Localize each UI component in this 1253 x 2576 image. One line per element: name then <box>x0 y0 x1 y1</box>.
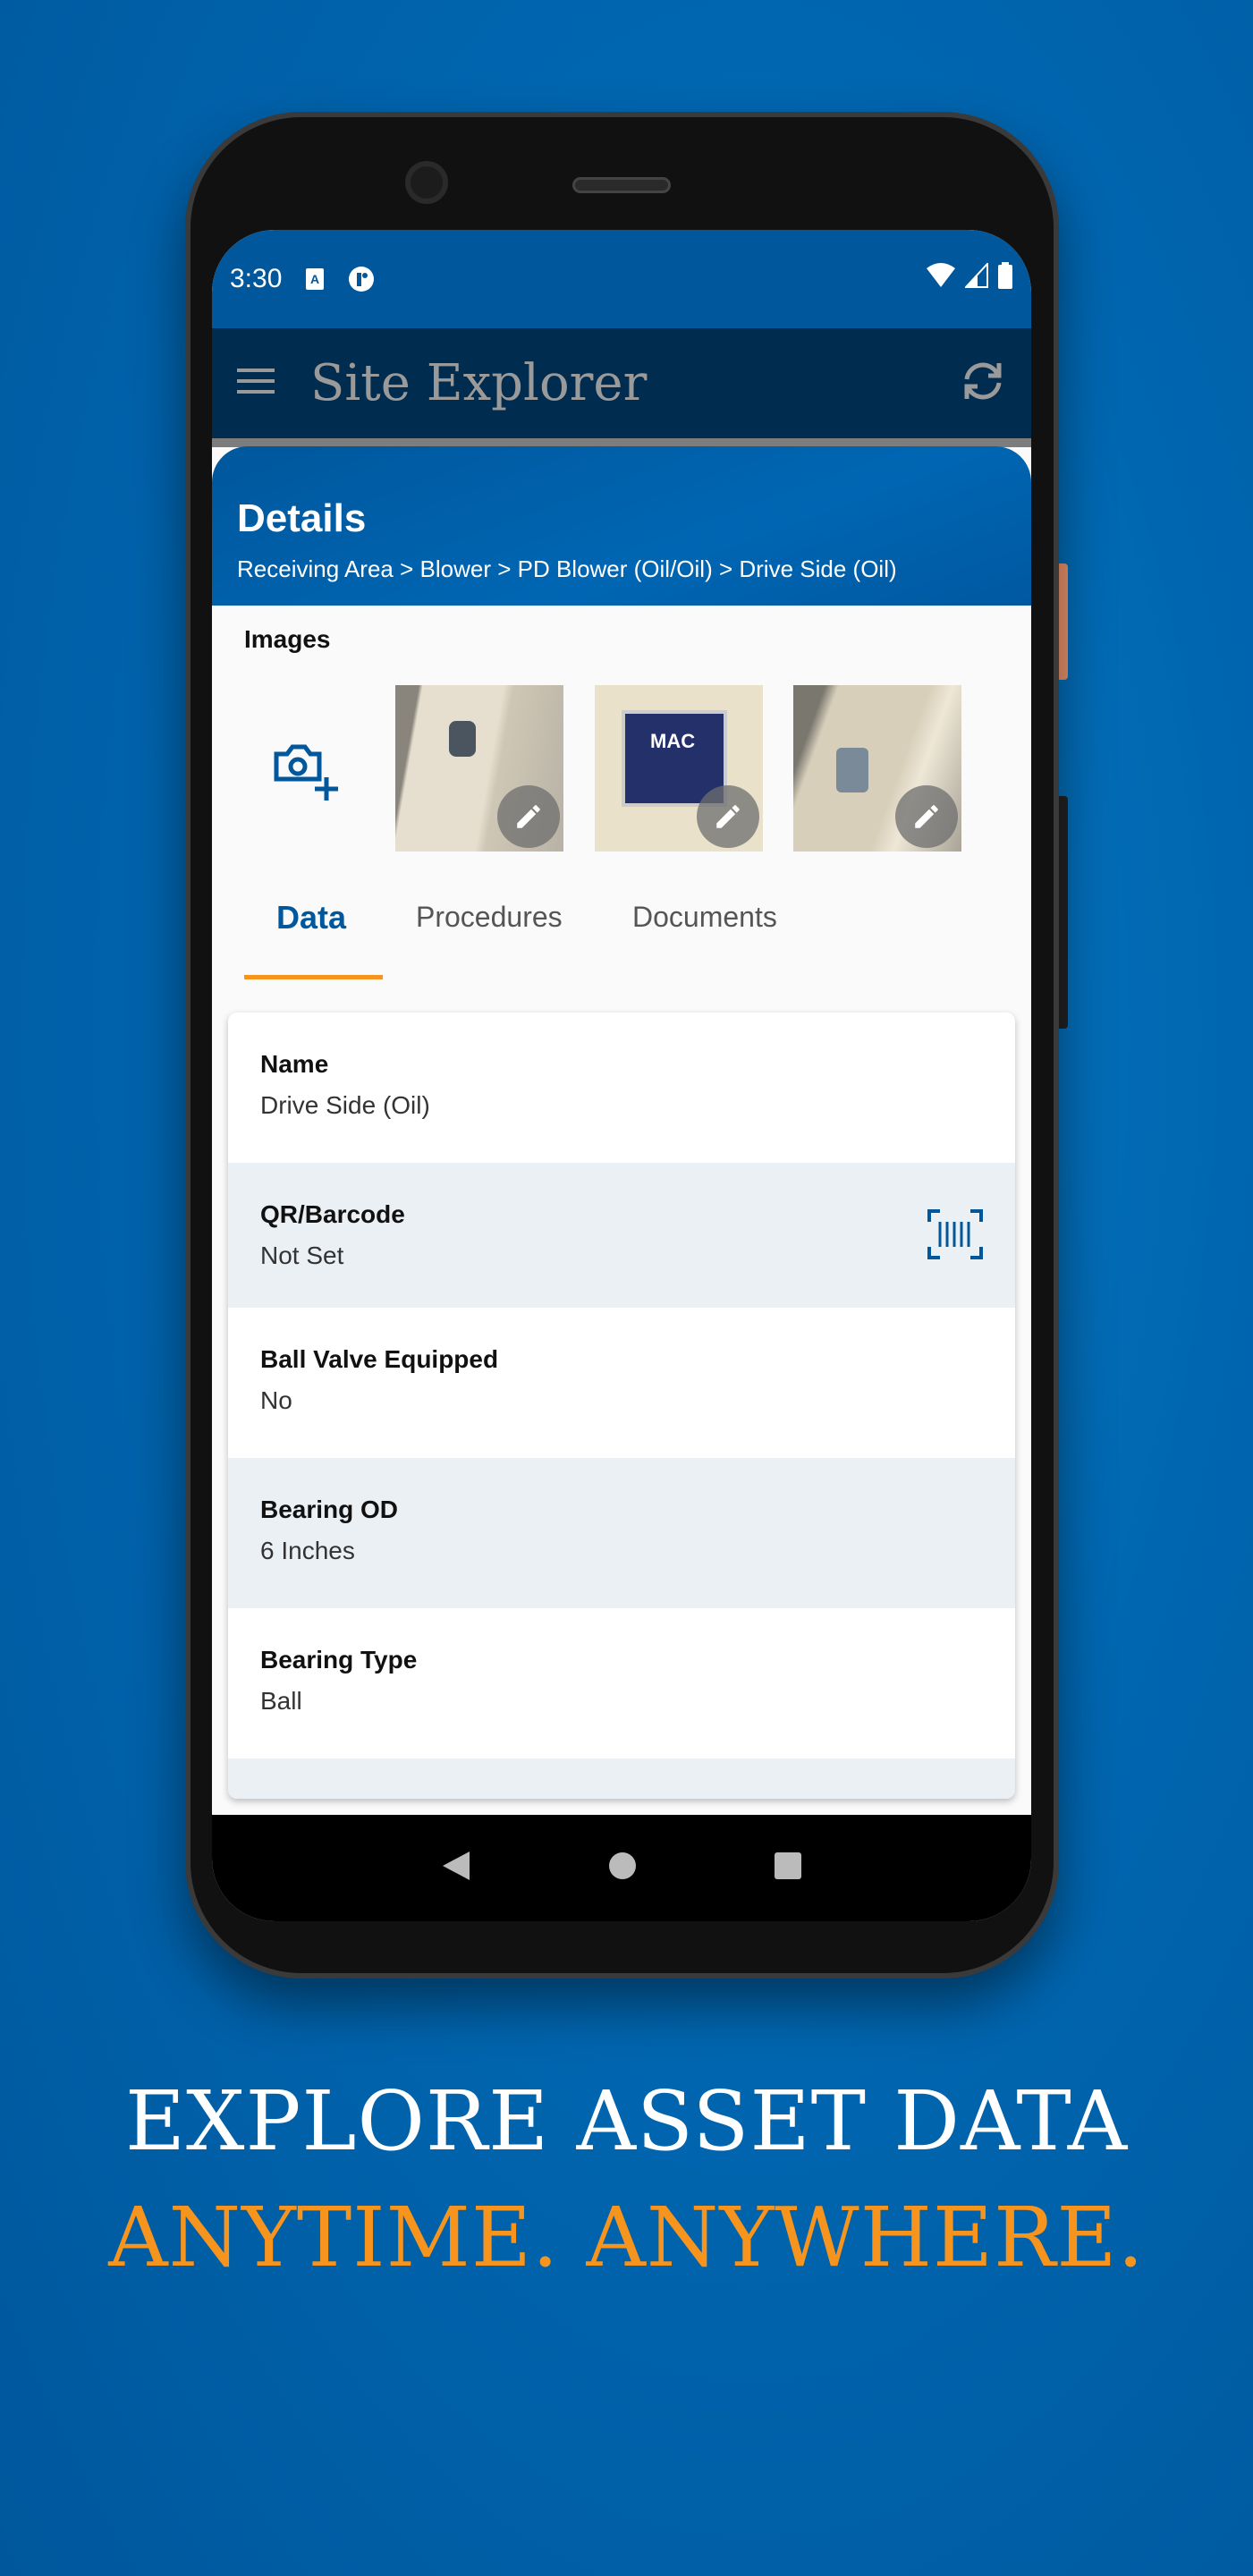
back-icon[interactable] <box>441 1850 471 1886</box>
tagline-line-2: ANYTIME. ANYWHERE. <box>108 2190 1145 2285</box>
field-row-ball-valve-equipped[interactable]: Ball Valve Equipped No <box>228 1308 1015 1458</box>
field-label: Name <box>260 1050 329 1078</box>
front-camera <box>405 161 448 204</box>
field-row-bearing-type[interactable]: Bearing Type Ball <box>228 1608 1015 1758</box>
status-bar: 3:30 A <box>212 230 1031 328</box>
accessibility-a-icon: A <box>305 267 325 291</box>
add-photo-icon[interactable] <box>273 741 344 809</box>
home-icon[interactable] <box>608 1852 637 1885</box>
app-notification-icon <box>348 266 375 292</box>
images-label: Images <box>244 625 331 653</box>
hamburger-icon[interactable] <box>237 367 275 400</box>
image-thumbnail[interactable] <box>395 685 563 852</box>
battery-icon <box>997 262 1013 296</box>
details-title: Details <box>237 496 367 540</box>
field-row-name[interactable]: Name Drive Side (Oil) <box>228 1013 1015 1163</box>
tab-bar: Data Procedures Documents <box>212 899 1031 981</box>
field-row-partial <box>228 1758 1015 1799</box>
field-value: 6 Inches <box>260 1537 355 1564</box>
app-bar: Site Explorer <box>212 328 1031 438</box>
details-content: Images MAC Data Procedures Documents Nam… <box>212 606 1031 1814</box>
sync-icon[interactable] <box>960 358 1006 409</box>
edit-pencil-icon[interactable] <box>895 785 958 848</box>
recents-icon[interactable] <box>774 1852 802 1885</box>
app-title: Site Explorer <box>310 354 648 412</box>
wifi-icon <box>926 263 956 295</box>
active-tab-indicator <box>244 975 383 979</box>
field-label: Bearing Type <box>260 1646 418 1674</box>
status-time: 3:30 <box>230 264 283 293</box>
tab-data[interactable]: Data <box>276 899 346 936</box>
breadcrumb[interactable]: Receiving Area > Blower > PD Blower (Oil… <box>237 555 1006 583</box>
field-label: Ball Valve Equipped <box>260 1345 499 1373</box>
edit-pencil-icon[interactable] <box>497 785 560 848</box>
field-value: Not Set <box>260 1241 344 1269</box>
image-thumbnail[interactable]: MAC <box>595 685 763 852</box>
details-header: Details Receiving Area > Blower > PD Blo… <box>212 446 1031 606</box>
tab-documents[interactable]: Documents <box>632 901 777 934</box>
system-nav-bar <box>212 1815 1031 1921</box>
edit-pencil-icon[interactable] <box>697 785 759 848</box>
field-value: Ball <box>260 1687 302 1715</box>
tagline-line-1: EXPLORE ASSET DATA <box>124 2073 1129 2169</box>
field-row-qr-barcode[interactable]: QR/Barcode Not Set <box>228 1163 1015 1308</box>
field-row-bearing-od[interactable]: Bearing OD 6 Inches <box>228 1458 1015 1608</box>
signal-icon <box>963 261 988 295</box>
volume-button <box>1059 796 1068 1029</box>
earpiece-speaker <box>572 177 671 193</box>
barcode-scan-icon[interactable] <box>927 1209 983 1264</box>
tab-procedures[interactable]: Procedures <box>416 901 563 934</box>
field-value: No <box>260 1386 292 1414</box>
field-label: Bearing OD <box>260 1496 399 1523</box>
phone-screen: 3:30 A Site Explorer Details Receiving A… <box>212 230 1031 1921</box>
data-card: Name Drive Side (Oil) QR/Barcode Not Set… <box>228 1013 1015 1799</box>
field-label: QR/Barcode <box>260 1200 405 1228</box>
image-thumbnail[interactable] <box>793 685 961 852</box>
svg-text:A: A <box>310 272 319 286</box>
field-value: Drive Side (Oil) <box>260 1091 430 1119</box>
power-button <box>1059 564 1068 680</box>
